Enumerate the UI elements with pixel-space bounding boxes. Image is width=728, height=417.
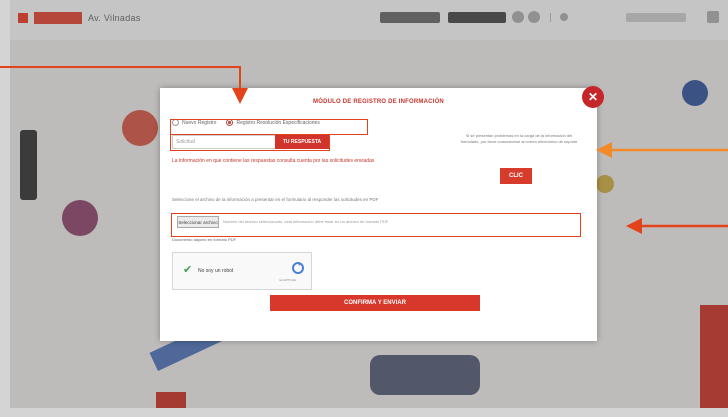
annotation-arrows: [0, 66, 728, 234]
arrow-head-file: [626, 218, 642, 234]
arrow-head-radio: [232, 88, 248, 104]
arrow-to-radio: [0, 66, 241, 88]
arrow-head-side: [596, 142, 612, 158]
